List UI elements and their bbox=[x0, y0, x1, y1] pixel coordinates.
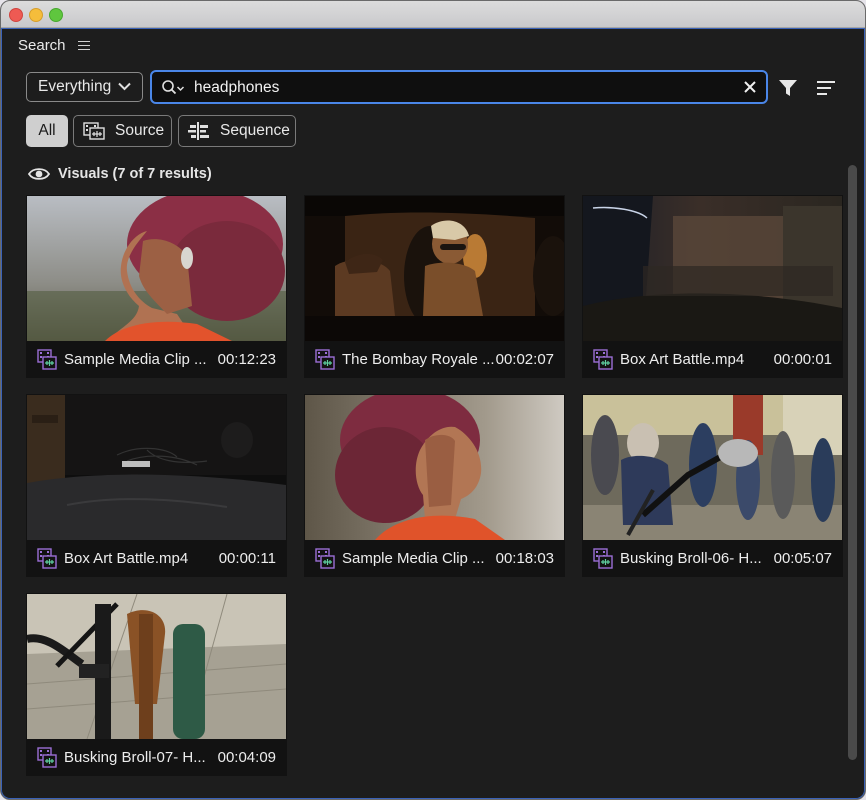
result-card[interactable]: Sample Media Clip ... 00:18:03 bbox=[304, 394, 565, 577]
filter-icon[interactable] bbox=[778, 78, 798, 98]
panel-tab-search[interactable]: Search bbox=[18, 37, 90, 54]
clip-thumbnail bbox=[583, 395, 842, 540]
search-field[interactable]: headphones bbox=[150, 70, 768, 104]
filter-chip-all[interactable]: All bbox=[26, 115, 68, 147]
search-options-icon[interactable] bbox=[161, 79, 187, 97]
clip-media-icon bbox=[37, 548, 57, 569]
clip-media-icon bbox=[315, 349, 335, 370]
clip-thumbnail bbox=[27, 395, 286, 540]
clip-thumbnail bbox=[583, 196, 842, 341]
clip-duration: 00:12:23 bbox=[217, 351, 276, 368]
clip-duration: 00:00:11 bbox=[218, 550, 276, 567]
result-card[interactable]: Sample Media Clip ... 00:12:23 bbox=[26, 195, 287, 378]
clip-meta: Sample Media Clip ... 00:18:03 bbox=[304, 542, 565, 577]
sort-list-icon[interactable] bbox=[817, 80, 835, 96]
result-card[interactable]: Busking Broll-07- H... 00:04:09 bbox=[26, 593, 287, 776]
filter-chip-sequence-label: Sequence bbox=[220, 122, 290, 139]
clip-meta: Box Art Battle.mp4 00:00:11 bbox=[26, 542, 287, 577]
clip-name: Busking Broll-06- H... bbox=[620, 550, 762, 567]
clip-duration: 00:00:01 bbox=[773, 351, 832, 368]
search-panel: Search Everything headphones All Source … bbox=[1, 28, 865, 799]
search-input[interactable]: headphones bbox=[194, 79, 279, 97]
clip-media-icon bbox=[37, 349, 57, 370]
result-card[interactable]: Box Art Battle.mp4 00:00:01 bbox=[582, 195, 843, 378]
result-card[interactable]: The Bombay Royale ... 00:02:07 bbox=[304, 195, 565, 378]
clip-name: Box Art Battle.mp4 bbox=[64, 550, 189, 567]
search-scope-value: Everything bbox=[38, 78, 112, 95]
clip-media-icon bbox=[593, 548, 613, 569]
title-bar bbox=[1, 1, 865, 28]
clear-search-icon[interactable] bbox=[743, 80, 757, 94]
clip-meta: The Bombay Royale ... 00:02:07 bbox=[304, 343, 565, 378]
clip-name: The Bombay Royale ... bbox=[342, 351, 495, 368]
results-scrollbar[interactable] bbox=[848, 165, 857, 760]
clip-thumbnail bbox=[305, 395, 564, 540]
result-card[interactable]: Box Art Battle.mp4 00:00:11 bbox=[26, 394, 287, 577]
visuals-section-title: Visuals (7 of 7 results) bbox=[58, 166, 212, 182]
clip-meta: Sample Media Clip ... 00:12:23 bbox=[26, 343, 287, 378]
clip-meta: Box Art Battle.mp4 00:00:01 bbox=[582, 343, 843, 378]
chevron-down-icon bbox=[118, 82, 131, 91]
filter-chip-all-label: All bbox=[38, 122, 56, 139]
clip-thumbnail bbox=[305, 196, 564, 341]
clip-name: Sample Media Clip ... bbox=[342, 550, 485, 567]
visuals-section-header: Visuals (7 of 7 results) bbox=[28, 166, 212, 182]
maximize-window-button[interactable] bbox=[49, 8, 63, 22]
clip-name: Box Art Battle.mp4 bbox=[620, 351, 745, 368]
clip-meta: Busking Broll-06- H... 00:05:07 bbox=[582, 542, 843, 577]
clip-name: Sample Media Clip ... bbox=[64, 351, 207, 368]
clip-media-icon bbox=[315, 548, 335, 569]
result-card[interactable]: Busking Broll-06- H... 00:05:07 bbox=[582, 394, 843, 577]
clip-duration: 00:05:07 bbox=[773, 550, 832, 567]
search-scope-dropdown[interactable]: Everything bbox=[26, 72, 143, 102]
panel-tab-label: Search bbox=[18, 37, 66, 54]
clip-media-icon bbox=[37, 747, 57, 768]
clip-duration: 00:18:03 bbox=[495, 550, 554, 567]
minimize-window-button[interactable] bbox=[29, 8, 43, 22]
clip-media-icon bbox=[593, 349, 613, 370]
app-window: Search Everything headphones All Source … bbox=[0, 0, 866, 800]
clip-meta: Busking Broll-07- H... 00:04:09 bbox=[26, 741, 287, 776]
panel-menu-icon[interactable] bbox=[77, 40, 90, 51]
close-window-button[interactable] bbox=[9, 8, 23, 22]
source-clip-icon bbox=[83, 122, 105, 140]
clip-thumbnail bbox=[27, 594, 286, 739]
filter-chip-sequence[interactable]: Sequence bbox=[178, 115, 296, 147]
filter-chip-source[interactable]: Source bbox=[73, 115, 172, 147]
eye-icon bbox=[28, 168, 50, 180]
filter-chip-source-label: Source bbox=[115, 122, 165, 139]
clip-duration: 00:02:07 bbox=[495, 351, 554, 368]
clip-name: Busking Broll-07- H... bbox=[64, 749, 206, 766]
clip-thumbnail bbox=[27, 196, 286, 341]
clip-duration: 00:04:09 bbox=[217, 749, 276, 766]
sequence-icon bbox=[188, 122, 209, 140]
